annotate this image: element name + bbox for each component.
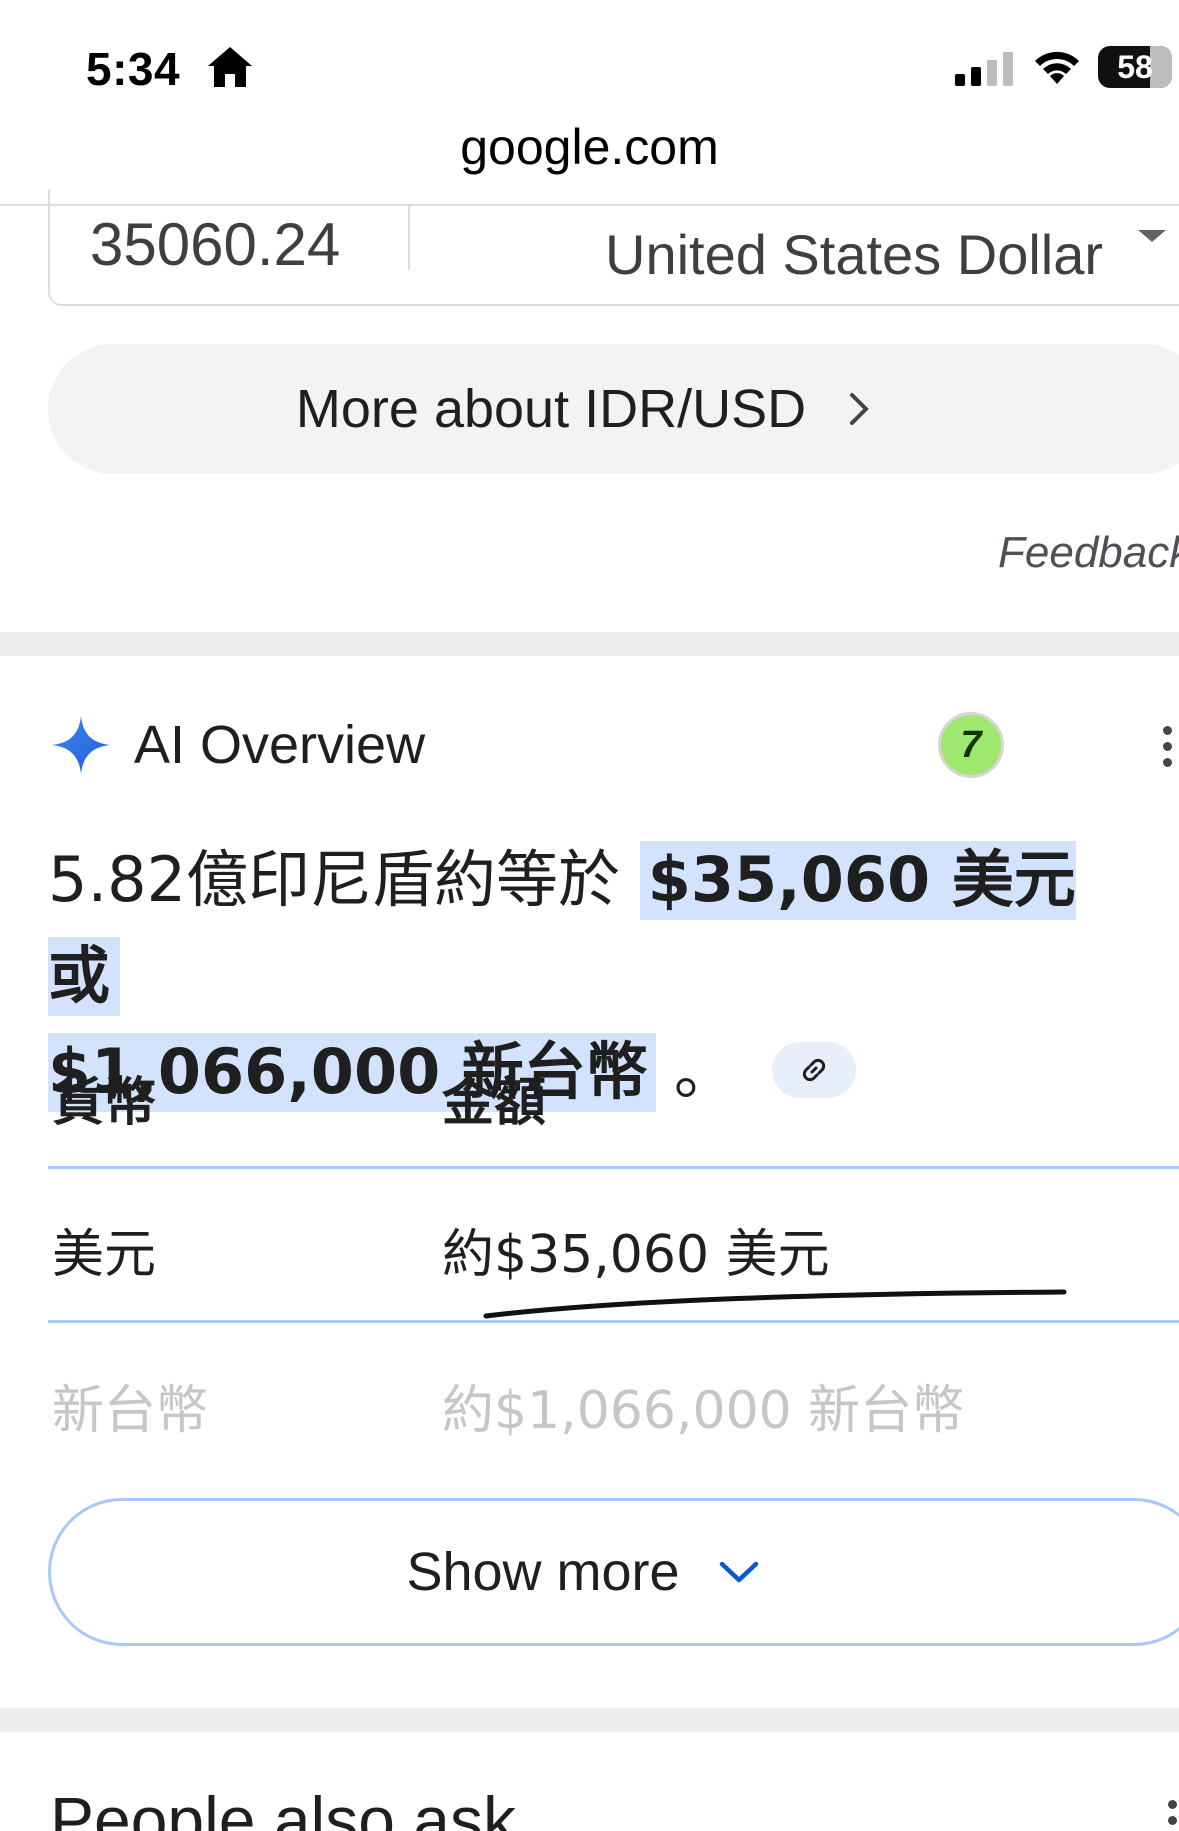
link-icon — [802, 1058, 825, 1082]
status-bar: 5:34 58 — [0, 0, 1179, 120]
battery-level: 58 — [1117, 48, 1153, 85]
source-link-button[interactable] — [771, 1041, 856, 1098]
wifi-icon — [1035, 51, 1079, 84]
more-options-icon[interactable] — [1160, 726, 1174, 767]
converter-divider — [408, 206, 410, 270]
table-cell-currency: 美元 — [52, 1225, 157, 1285]
show-more-label: Show more — [406, 1542, 680, 1602]
more-about-label: More about IDR/USD — [295, 379, 807, 439]
caret-down-icon[interactable] — [1138, 230, 1166, 242]
more-about-button[interactable]: More about IDR/USD — [48, 344, 1179, 474]
table-header-amount: 金額 — [442, 1073, 547, 1133]
chevron-down-icon — [719, 1561, 758, 1583]
target-currency-select[interactable]: United States Dollar — [605, 222, 1103, 287]
ai-answer-text: 5.82億印尼盾約等於 $35,060 美元 或 $1,066,000 新台幣。 — [48, 832, 1168, 1120]
converted-amount-field[interactable]: 35060.24 — [90, 210, 340, 279]
table-rule — [48, 1320, 1179, 1323]
home-icon — [208, 47, 252, 87]
source-favicon-label: 7 — [960, 723, 982, 766]
section-divider — [0, 632, 1179, 656]
address-bar[interactable]: google.com — [0, 118, 1179, 176]
source-favicon[interactable]: 7 — [938, 712, 1004, 778]
section-divider — [0, 1708, 1179, 1732]
table-header-currency: 貨幣 — [52, 1073, 157, 1133]
people-also-ask-title: People also ask — [50, 1783, 516, 1831]
table-cell-amount: 約$35,060 美元 — [442, 1225, 830, 1285]
signal-icon — [955, 52, 1013, 86]
ai-overview-header: AI Overview 7 — [50, 712, 1179, 778]
sparkle-icon — [52, 716, 110, 774]
answer-suffix: 。 — [673, 1035, 736, 1108]
battery-icon: 58 — [1098, 46, 1172, 88]
table-cell-amount: 約$1,066,000 新台幣 — [442, 1381, 965, 1441]
status-time: 5:34 — [86, 43, 181, 95]
feedback-link[interactable]: Feedback — [998, 528, 1179, 578]
answer-prefix: 5.82億印尼盾約等於 — [48, 843, 640, 916]
handwritten-underline — [483, 1289, 1067, 1319]
show-more-button[interactable]: Show more — [48, 1498, 1179, 1646]
more-options-icon[interactable] — [1168, 1800, 1178, 1831]
table-rule — [48, 1166, 1179, 1169]
chevron-right-icon — [850, 393, 869, 425]
ai-overview-title: AI Overview — [134, 715, 426, 775]
table-cell-currency: 新台幣 — [52, 1381, 209, 1441]
